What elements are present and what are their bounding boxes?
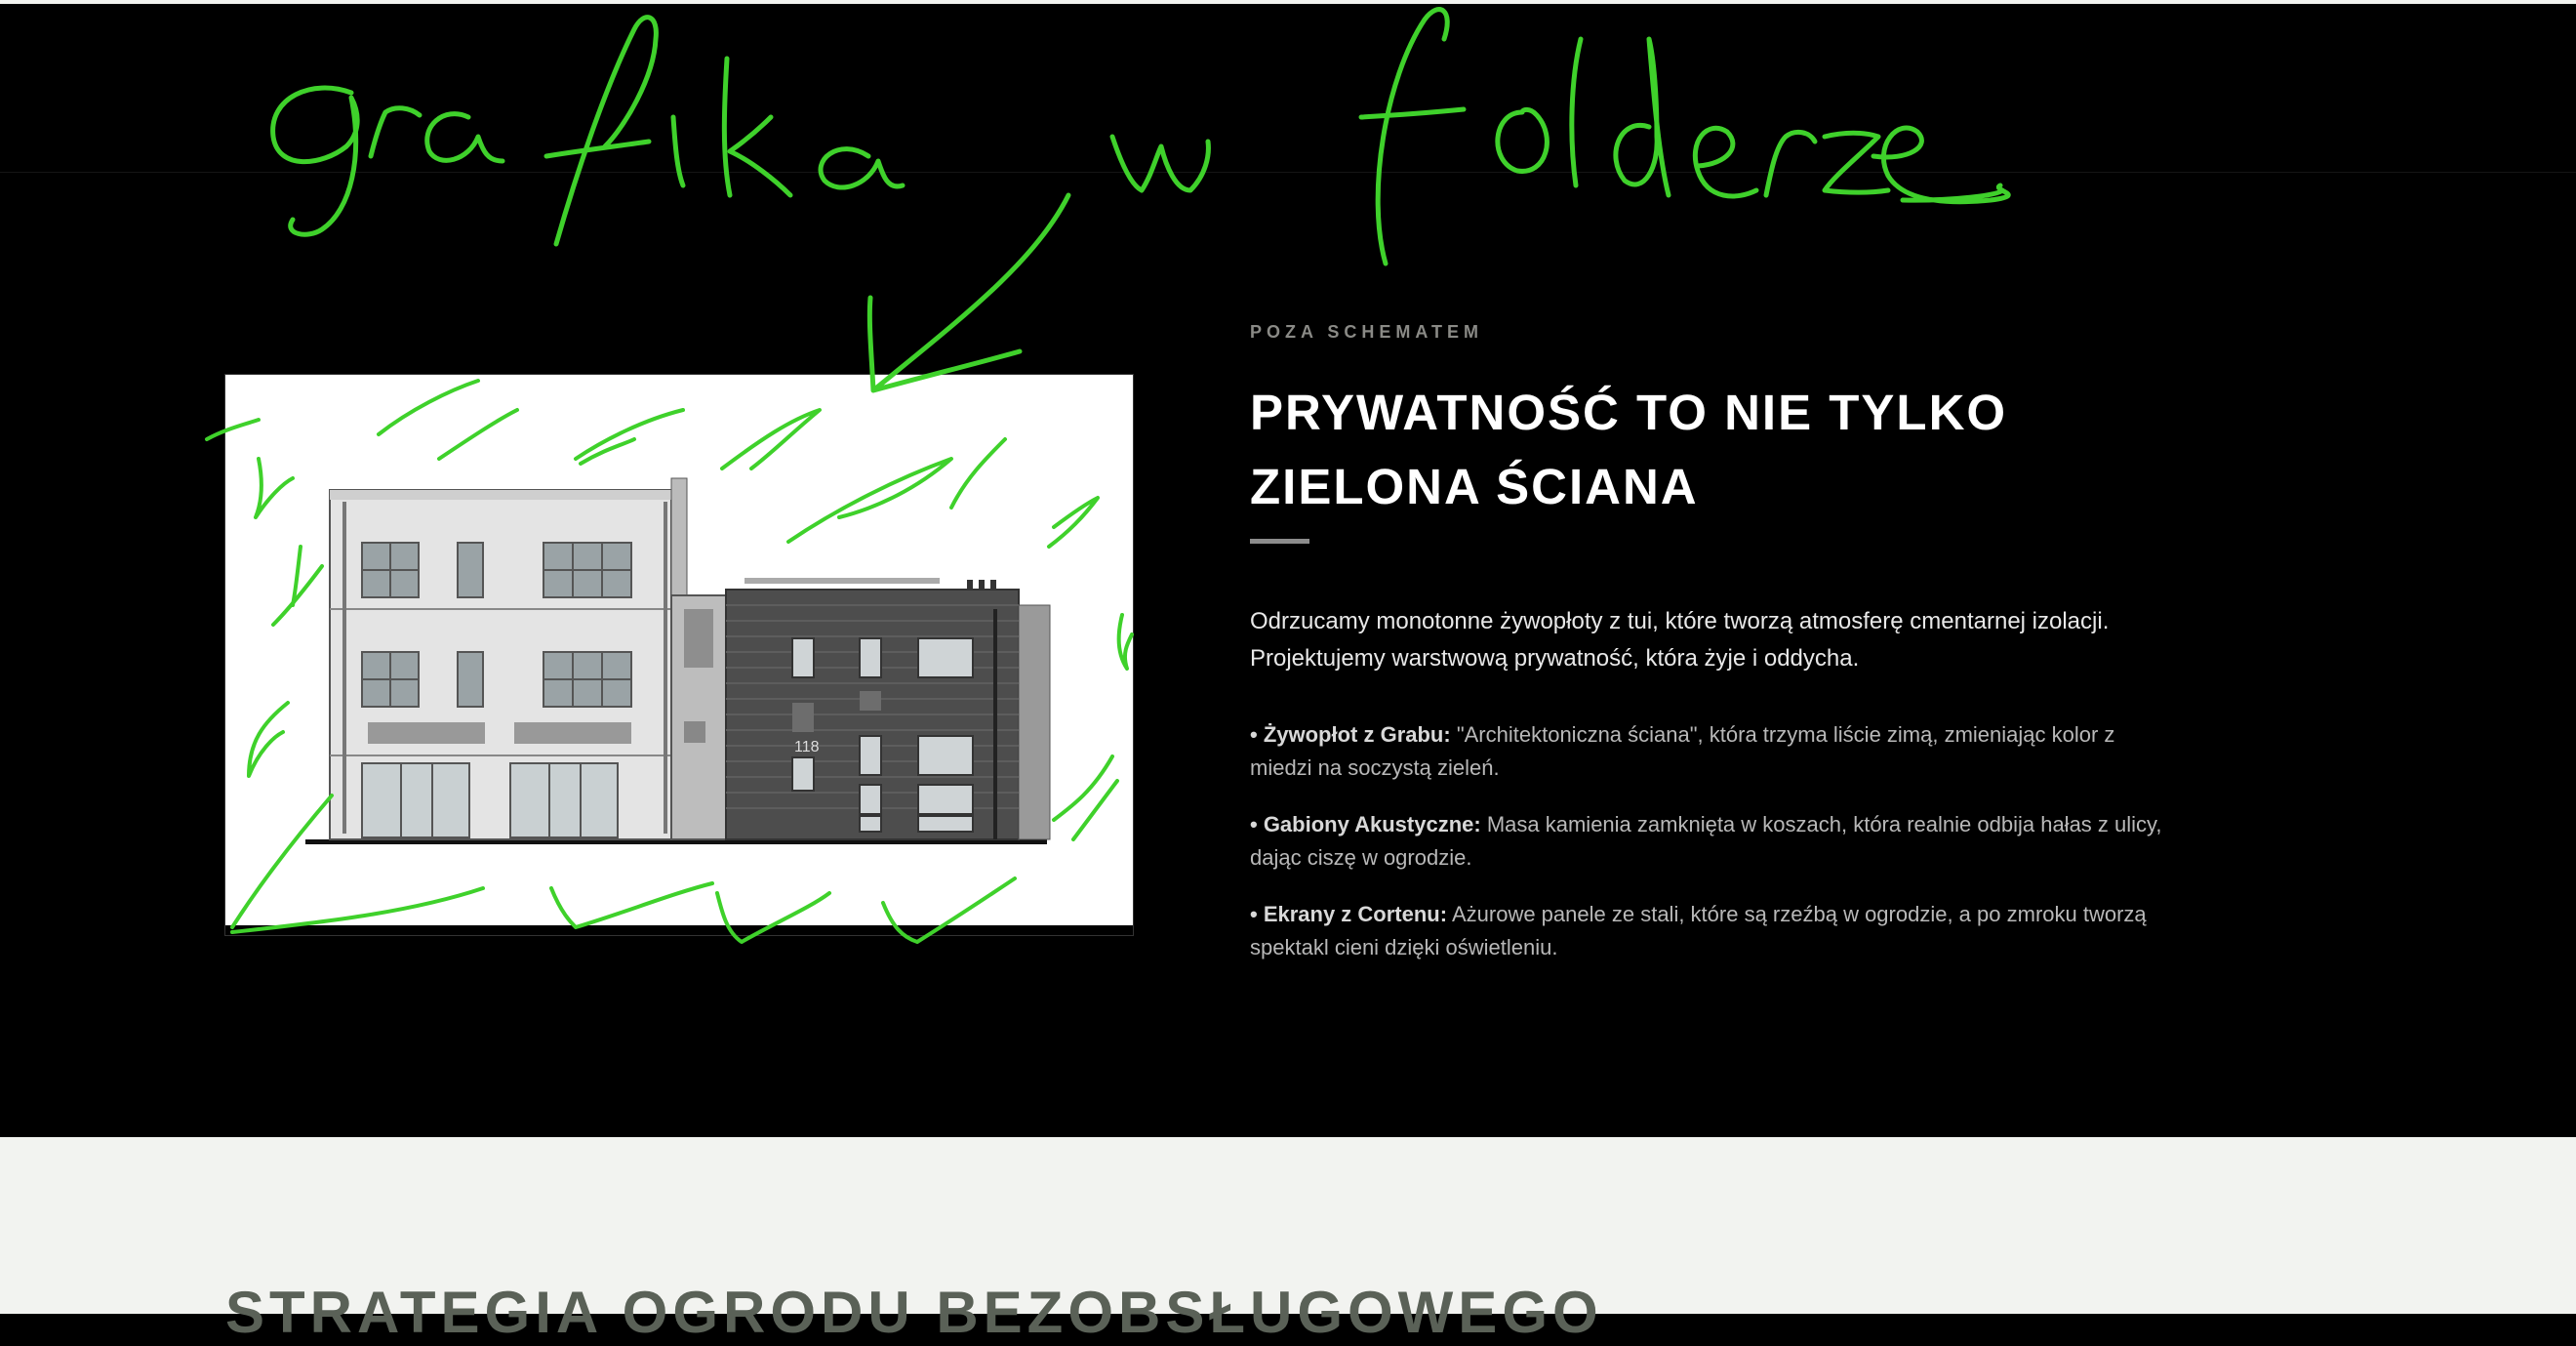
house-number: 118 (794, 739, 820, 755)
feature-list: • Żywopłot z Grabu: "Architektoniczna śc… (1250, 718, 2167, 988)
building-elevation-image: 118 (224, 374, 1134, 936)
section-eyebrow: POZA SCHEMATEM (1250, 322, 1483, 342)
building-drawing: 118 (305, 477, 1051, 844)
feature-item: • Gabiony Akustyczne: Masa kamienia zamk… (1250, 808, 2167, 875)
header-divider (0, 172, 2576, 173)
feature-item: • Żywopłot z Grabu: "Architektoniczna śc… (1250, 718, 2167, 785)
heading-divider (1250, 539, 1309, 544)
feature-item: • Ekrany z Cortenu: Ażurowe panele ze st… (1250, 898, 2167, 964)
top-strip (0, 0, 2576, 4)
section-intro: Odrzucamy monotonne żywopłoty z tui, któ… (1250, 608, 2110, 672)
feature-title: • Gabiony Akustyczne: (1250, 812, 1481, 836)
feature-title: • Żywopłot z Grabu: (1250, 722, 1451, 747)
section-heading: PRYWATNOŚĆ TO NIE TYLKO ZIELONA ŚCIANA (1250, 385, 2008, 514)
next-section-title: STRATEGIA OGRODU BEZOBSŁUGOWEGO (225, 1280, 1603, 1345)
feature-title: • Ekrany z Cortenu: (1250, 902, 1448, 926)
